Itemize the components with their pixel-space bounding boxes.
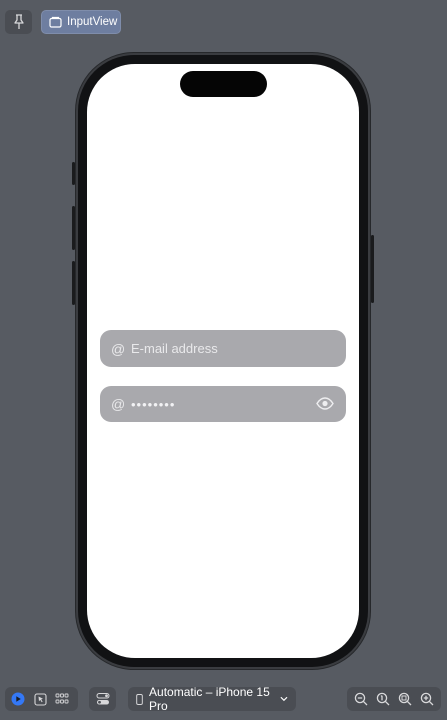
selectable-mode-button[interactable] bbox=[30, 689, 50, 709]
at-symbol-icon: @ bbox=[111, 396, 126, 412]
preview-mode-group bbox=[5, 687, 78, 711]
action-button bbox=[72, 162, 75, 185]
volume-up-button bbox=[72, 206, 75, 250]
dynamic-island bbox=[180, 71, 267, 97]
canvas-settings-button[interactable] bbox=[93, 689, 113, 709]
zoom-out-icon bbox=[354, 692, 368, 706]
canvas-settings-group bbox=[89, 687, 116, 711]
preview-window-icon bbox=[49, 16, 62, 28]
live-preview-button[interactable] bbox=[8, 689, 28, 709]
password-field[interactable]: @ •••••••• bbox=[100, 386, 346, 422]
password-value: •••••••• bbox=[131, 396, 176, 412]
device-screen: @ E-mail address @ •••••••• bbox=[87, 64, 359, 658]
zoom-in-button[interactable] bbox=[417, 689, 437, 709]
toggle-settings-icon bbox=[96, 693, 109, 705]
zoom-100-icon bbox=[376, 692, 390, 706]
zoom-out-button[interactable] bbox=[351, 689, 371, 709]
zoom-to-fit-button[interactable] bbox=[395, 689, 415, 709]
play-icon bbox=[11, 692, 25, 706]
preview-title-button[interactable]: InputView bbox=[41, 10, 121, 34]
zoom-fit-icon bbox=[398, 692, 412, 706]
at-symbol-icon: @ bbox=[111, 340, 126, 357]
iphone-frame: @ E-mail address @ •••••••• bbox=[72, 55, 374, 667]
zoom-group bbox=[347, 687, 441, 711]
zoom-actual-size-button[interactable] bbox=[373, 689, 393, 709]
device-selector[interactable]: Automatic – iPhone 15 Pro bbox=[128, 685, 296, 713]
zoom-in-icon bbox=[420, 692, 434, 706]
eye-icon[interactable] bbox=[316, 397, 334, 410]
chevron-down-icon bbox=[280, 696, 288, 702]
grid-icon bbox=[55, 693, 69, 704]
variants-button[interactable] bbox=[52, 689, 72, 709]
email-placeholder: E-mail address bbox=[131, 341, 218, 356]
preview-title: InputView bbox=[67, 16, 118, 28]
power-button bbox=[371, 235, 374, 303]
iphone-icon bbox=[136, 693, 143, 705]
pin-button[interactable] bbox=[5, 10, 32, 34]
volume-down-button bbox=[72, 261, 75, 305]
email-field[interactable]: @ E-mail address bbox=[100, 330, 346, 367]
device-selector-label: Automatic – iPhone 15 Pro bbox=[149, 685, 270, 713]
cursor-select-icon bbox=[33, 692, 47, 706]
pin-icon bbox=[13, 14, 24, 29]
